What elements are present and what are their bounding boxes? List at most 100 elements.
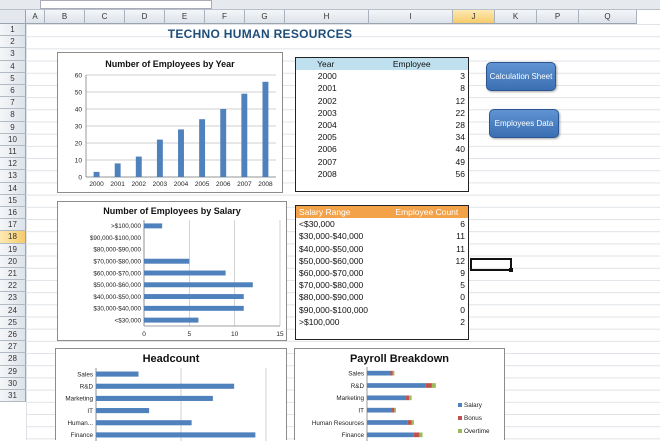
active-cell-j18[interactable] <box>470 258 513 272</box>
column-header-k[interactable]: K <box>495 10 537 24</box>
row-header-13[interactable]: 13 <box>0 170 26 183</box>
y-tick-label: Sales <box>348 370 364 377</box>
table-cell[interactable]: $60,000-$70,000 <box>296 267 386 279</box>
table-cell[interactable]: $90,000-$100,000 <box>296 304 386 316</box>
table-cell[interactable]: 2003 <box>296 107 356 119</box>
bar-segment <box>367 420 408 425</box>
table-cell[interactable]: 9 <box>386 267 468 279</box>
row-header-12[interactable]: 12 <box>0 158 26 171</box>
row-header-11[interactable]: 11 <box>0 146 26 159</box>
row-header-3[interactable]: 3 <box>0 48 26 61</box>
table-cell[interactable]: 56 <box>356 168 468 180</box>
row-header-2[interactable]: 2 <box>0 36 26 49</box>
column-header-d[interactable]: D <box>125 10 165 24</box>
y-tick-label: $90,000-$100,000 <box>90 235 142 242</box>
table-cell[interactable]: 2004 <box>296 119 356 131</box>
select-all-corner[interactable] <box>0 10 26 24</box>
table-cell[interactable]: 3 <box>356 70 468 82</box>
table-cell[interactable]: $80,000-$90,000 <box>296 291 386 303</box>
table-cell[interactable]: $50,000-$60,000 <box>296 255 386 267</box>
row-header-26[interactable]: 26 <box>0 329 26 342</box>
row-header-21[interactable]: 21 <box>0 268 26 281</box>
row-header-10[interactable]: 10 <box>0 133 26 146</box>
row-header-4[interactable]: 4 <box>0 60 26 73</box>
row-header-30[interactable]: 30 <box>0 377 26 390</box>
row-header-22[interactable]: 22 <box>0 280 26 293</box>
y-tick-label: Sales <box>77 371 93 378</box>
row-header-25[interactable]: 25 <box>0 316 26 329</box>
row-header-23[interactable]: 23 <box>0 292 26 305</box>
table-cell[interactable]: 2005 <box>296 131 356 143</box>
table-cell[interactable]: 22 <box>356 107 468 119</box>
table-cell[interactable]: 12 <box>356 95 468 107</box>
table-cell[interactable]: <$30,000 <box>296 218 386 230</box>
bar <box>114 163 121 177</box>
row-header-19[interactable]: 19 <box>0 243 26 256</box>
chart-employees-by-salary[interactable]: Number of Employees by Salary 0 5 10 15 >$10… <box>57 201 287 341</box>
table-cell[interactable]: $30,000-$40,000 <box>296 230 386 242</box>
row-header-6[interactable]: 6 <box>0 85 26 98</box>
row-header-27[interactable]: 27 <box>0 341 26 354</box>
row-header-18[interactable]: 18 <box>0 231 26 244</box>
name-box[interactable] <box>40 0 212 9</box>
row-header-17[interactable]: 17 <box>0 219 26 232</box>
table-cell[interactable]: 0 <box>386 304 468 316</box>
row-header-28[interactable]: 28 <box>0 353 26 366</box>
row-header-24[interactable]: 24 <box>0 304 26 317</box>
column-header-f[interactable]: F <box>205 10 245 24</box>
column-header-a[interactable]: A <box>26 10 45 24</box>
column-header-q[interactable]: Q <box>579 10 637 24</box>
legend-label: Salary <box>464 402 483 409</box>
table-cell[interactable]: 2 <box>386 316 468 328</box>
table-cell[interactable]: 11 <box>386 243 468 255</box>
bar <box>144 305 244 311</box>
table-cell[interactable]: 49 <box>356 156 468 168</box>
table-cell[interactable]: 2000 <box>296 70 356 82</box>
table-cell[interactable]: 2001 <box>296 82 356 94</box>
row-header-29[interactable]: 29 <box>0 365 26 378</box>
row-header-15[interactable]: 15 <box>0 194 26 207</box>
table-cell[interactable]: 2007 <box>296 156 356 168</box>
chart-employees-by-year[interactable]: Number of Employees by Year 0 10 20 30 40 50 6… <box>57 52 283 193</box>
table-cell[interactable]: 34 <box>356 131 468 143</box>
row-header-1[interactable]: 1 <box>0 24 26 37</box>
table-cell[interactable]: $40,000-$50,000 <box>296 243 386 255</box>
column-header-g[interactable]: G <box>245 10 285 24</box>
row-header-16[interactable]: 16 <box>0 207 26 220</box>
bar-segment <box>411 420 414 425</box>
table-cell[interactable]: >$100,000 <box>296 316 386 328</box>
table-cell[interactable]: 2006 <box>296 143 356 155</box>
table-cell[interactable]: 40 <box>356 143 468 155</box>
table-cell[interactable]: 12 <box>386 255 468 267</box>
row-header-20[interactable]: 20 <box>0 255 26 268</box>
column-header-h[interactable]: H <box>285 10 369 24</box>
column-header-j[interactable]: J <box>453 10 495 24</box>
table-cell[interactable]: 28 <box>356 119 468 131</box>
calculation-sheet-button[interactable]: Calculation Sheet <box>486 62 556 91</box>
table-cell[interactable]: 0 <box>386 291 468 303</box>
row-header-9[interactable]: 9 <box>0 121 26 134</box>
row-header-31[interactable]: 31 <box>0 390 26 403</box>
table-cell[interactable]: 2008 <box>296 168 356 180</box>
row-header-8[interactable]: 8 <box>0 109 26 122</box>
x-tick-label: 0 <box>142 331 146 338</box>
x-tick-label: 2006 <box>216 181 231 188</box>
column-header-i[interactable]: I <box>369 10 453 24</box>
table-cell[interactable]: $70,000-$80,000 <box>296 279 386 291</box>
table-cell[interactable]: 11 <box>386 230 468 242</box>
table-cell[interactable]: 6 <box>386 218 468 230</box>
row-header-5[interactable]: 5 <box>0 72 26 85</box>
chart-headcount[interactable]: Headcount Sales R&D Marketing IT Human... Fin… <box>55 348 287 441</box>
column-header-c[interactable]: C <box>85 10 125 24</box>
column-header-p[interactable]: P <box>537 10 579 24</box>
column-header-b[interactable]: B <box>45 10 85 24</box>
employees-data-button[interactable]: Employees Data <box>489 109 559 138</box>
table-cell[interactable]: 2002 <box>296 95 356 107</box>
row-header-7[interactable]: 7 <box>0 97 26 110</box>
row-header-14[interactable]: 14 <box>0 182 26 195</box>
table-cell[interactable]: 8 <box>356 82 468 94</box>
column-header-e[interactable]: E <box>165 10 205 24</box>
table-cell[interactable]: 5 <box>386 279 468 291</box>
chart-payroll-breakdown[interactable]: Payroll Breakdown Sales R&D Marketing IT Hum… <box>294 348 505 441</box>
table-row: 2004 28 <box>296 119 468 131</box>
